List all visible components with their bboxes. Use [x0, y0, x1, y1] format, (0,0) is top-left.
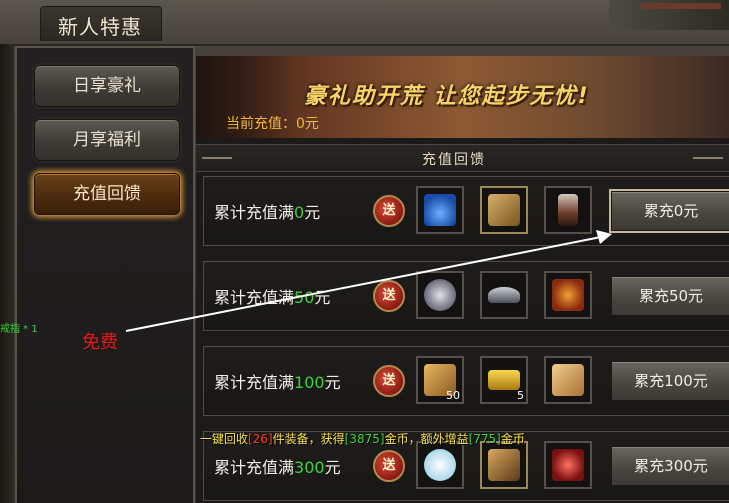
banner-slogan: 豪礼助开荒 让您起步无忧!	[304, 84, 590, 109]
reward-slot[interactable]	[416, 441, 464, 489]
claim-button[interactable]: 累充300元	[611, 446, 729, 486]
reward-slot[interactable]	[480, 186, 528, 234]
claim-button[interactable]: 累充100元	[611, 361, 729, 401]
section-title: 充值回馈	[422, 152, 486, 168]
reward-slot[interactable]: 50	[416, 356, 464, 404]
claim-button[interactable]: 累充0元	[611, 191, 729, 231]
reward-slot[interactable]: 5	[480, 356, 528, 404]
ring-drop-text: 戒指 * 1	[0, 324, 38, 335]
sidebar: 日享豪礼 月享福利 充值回馈	[15, 46, 195, 503]
reward-row: 累计充值满100元 送 50 5 累充100元	[203, 346, 729, 416]
item-count: 5	[517, 389, 524, 402]
send-badge: 送	[373, 365, 405, 397]
sidebar-item-recharge-reward[interactable]: 充值回馈	[34, 173, 180, 215]
sidebar-item-monthly-benefit[interactable]: 月享福利	[34, 119, 180, 161]
row-label: 累计充值满300元	[214, 458, 341, 477]
free-annotation: 免费	[82, 332, 118, 353]
claim-button[interactable]: 累充50元	[611, 276, 729, 316]
reward-slot[interactable]	[416, 271, 464, 319]
reward-slot[interactable]	[544, 271, 592, 319]
banner: 豪礼助开荒 让您起步无忧! 当前充值：0元	[196, 56, 729, 138]
reward-slot[interactable]	[480, 441, 528, 489]
vase-icon	[558, 194, 578, 226]
section-header: 充值回馈	[196, 144, 729, 172]
title-bar: 新人特惠	[0, 0, 729, 46]
gold-bar-icon	[488, 370, 520, 390]
current-recharge: 当前充值：0元	[226, 116, 319, 132]
row-label: 累计充值满0元	[214, 203, 321, 222]
left-edge	[0, 44, 14, 503]
pouch-icon	[424, 279, 456, 311]
talisman-icon	[552, 364, 584, 396]
row-label: 累计充值满50元	[214, 288, 331, 307]
recycle-message: 一键回收[26]件装备，获得[3875]金币，额外增益[775]金币	[200, 432, 525, 446]
ornament-right	[693, 157, 723, 159]
ornament-left	[202, 157, 232, 159]
armor-icon	[552, 279, 584, 311]
window-title: 新人特惠	[58, 15, 142, 39]
reward-slot[interactable]	[416, 186, 464, 234]
emblem-icon	[552, 449, 584, 481]
reward-slot[interactable]	[544, 441, 592, 489]
item-count: 50	[446, 389, 460, 402]
crystal-icon	[424, 449, 456, 481]
row-label: 累计充值满100元	[214, 373, 341, 392]
book-icon	[488, 194, 520, 226]
reward-slot[interactable]	[544, 356, 592, 404]
relic-icon	[488, 449, 520, 481]
top-corner-decor	[609, 0, 729, 30]
reward-row: 累计充值满50元 送 累充50元	[203, 261, 729, 331]
newbie-offer-window: 新人特惠 日享豪礼 月享福利 充值回馈 豪礼助开荒 让您起步无忧! 当前充值：0…	[0, 0, 729, 503]
send-badge: 送	[373, 195, 405, 227]
reward-row: 累计充值满0元 送 累充0元	[203, 176, 729, 246]
sidebar-item-daily-gift[interactable]: 日享豪礼	[34, 65, 180, 107]
reward-slot[interactable]	[544, 186, 592, 234]
send-badge: 送	[373, 280, 405, 312]
potion-icon	[424, 194, 456, 226]
hat-icon	[488, 287, 520, 303]
reward-slot[interactable]	[480, 271, 528, 319]
send-badge: 送	[373, 450, 405, 482]
